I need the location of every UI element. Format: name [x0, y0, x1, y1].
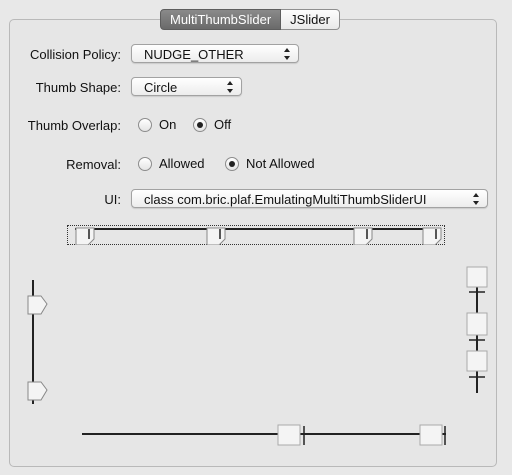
bottom-slider-thumb	[419, 424, 446, 446]
collision-policy-combo[interactable]: NUDGE_OTHER	[131, 44, 299, 63]
radio-on-icon	[193, 117, 207, 132]
top-slider-thumb	[353, 227, 373, 245]
collision-policy-value: NUDGE_OTHER	[144, 47, 244, 62]
ui-label: UI:	[104, 192, 121, 207]
overlap-on-radio[interactable]: On	[138, 117, 176, 132]
combo-arrows-icon	[473, 193, 480, 205]
left-vertical-multithumb-slider[interactable]	[25, 278, 49, 408]
removal-label: Removal:	[66, 157, 121, 172]
overlap-off-label: Off	[214, 117, 232, 132]
top-multithumb-slider[interactable]	[67, 225, 445, 245]
top-slider-thumb	[422, 227, 442, 245]
thumb-overlap-label: Thumb Overlap:	[27, 118, 121, 133]
collision-policy-label: Collision Policy:	[29, 47, 121, 62]
overlap-on-label: On	[159, 117, 177, 132]
bottom-slider-thumb	[277, 424, 305, 446]
radio-off-icon	[138, 156, 152, 171]
top-slider-thumb	[75, 227, 95, 245]
removal-allowed-label: Allowed	[159, 156, 205, 171]
top-slider-thumb	[206, 227, 226, 245]
tab-jslider[interactable]: JSlider	[281, 9, 340, 30]
overlap-off-radio[interactable]: Off	[193, 117, 231, 132]
bottom-multithumb-slider[interactable]	[80, 423, 452, 449]
combo-arrows-icon	[284, 48, 291, 60]
thumb-shape-combo[interactable]: Circle	[131, 77, 242, 96]
thumb-shape-label: Thumb Shape:	[35, 80, 121, 95]
right-vertical-multithumb-slider[interactable]	[464, 265, 490, 395]
top-slider-graphic	[75, 227, 442, 245]
left-slider-thumb	[27, 295, 48, 315]
tab-bar: MultiThumbSlider JSlider	[160, 9, 340, 30]
combo-arrows-icon	[227, 81, 234, 93]
radio-on-icon	[225, 156, 239, 171]
tab-multithumbslider[interactable]: MultiThumbSlider	[160, 9, 282, 30]
radio-off-icon	[138, 117, 152, 132]
ui-value: class com.bric.plaf.EmulatingMultiThumbS…	[144, 192, 427, 207]
removal-not-allowed-radio[interactable]: Not Allowed	[225, 156, 315, 171]
removal-not-allowed-label: Not Allowed	[246, 156, 315, 171]
thumb-shape-value: Circle	[144, 80, 178, 95]
ui-combo[interactable]: class com.bric.plaf.EmulatingMultiThumbS…	[131, 189, 488, 208]
removal-allowed-radio[interactable]: Allowed	[138, 156, 205, 171]
left-slider-thumb	[27, 381, 48, 401]
